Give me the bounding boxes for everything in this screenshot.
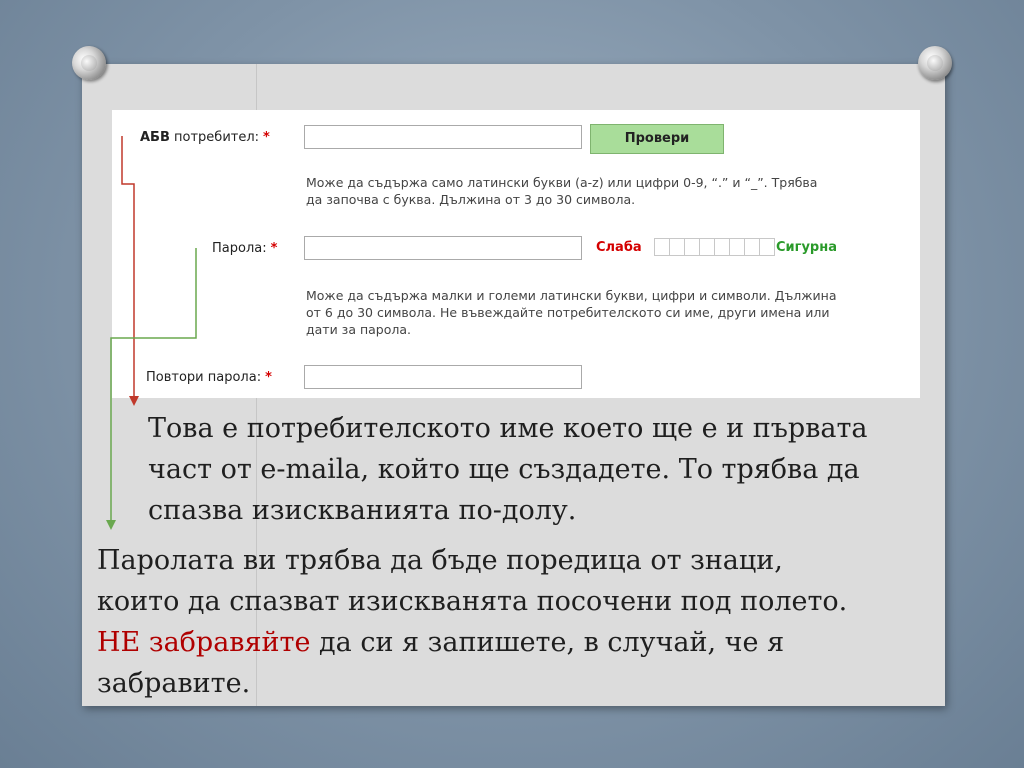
password-label: Парола: * xyxy=(212,241,278,256)
check-button[interactable]: Провери xyxy=(590,124,724,154)
strength-segment xyxy=(699,238,715,256)
strength-segment xyxy=(729,238,745,256)
username-input[interactable] xyxy=(304,125,582,149)
registration-form-screenshot: АБВ потребител: * Провери Може да съдържа… xyxy=(112,110,920,398)
strength-segment xyxy=(714,238,730,256)
username-label: АБВ потребител: * xyxy=(140,130,270,145)
strength-segment xyxy=(744,238,760,256)
password-input[interactable] xyxy=(304,236,582,260)
repeat-password-input[interactable] xyxy=(304,365,582,389)
password-caption: Паролата ви трябва да бъде поредица от з… xyxy=(97,545,848,699)
strength-weak-label: Слаба xyxy=(596,240,642,255)
strength-strong-label: Сигурна xyxy=(776,240,837,255)
strength-segment xyxy=(759,238,775,256)
strength-segment xyxy=(654,238,670,256)
repeat-password-label: Повтори парола: * xyxy=(146,370,272,385)
strength-segment xyxy=(684,238,700,256)
pushpin-icon xyxy=(918,46,952,80)
username-hint: Може да съдържа само латински букви (a-z… xyxy=(306,175,818,207)
password-hint: Може да съдържа малки и големи латински … xyxy=(306,288,837,337)
caption-emphasis: НЕ забравяйте xyxy=(97,627,311,658)
password-strength-meter xyxy=(654,238,775,256)
strength-segment xyxy=(669,238,685,256)
username-caption: Това е потребителското име което ще е и … xyxy=(148,413,868,526)
